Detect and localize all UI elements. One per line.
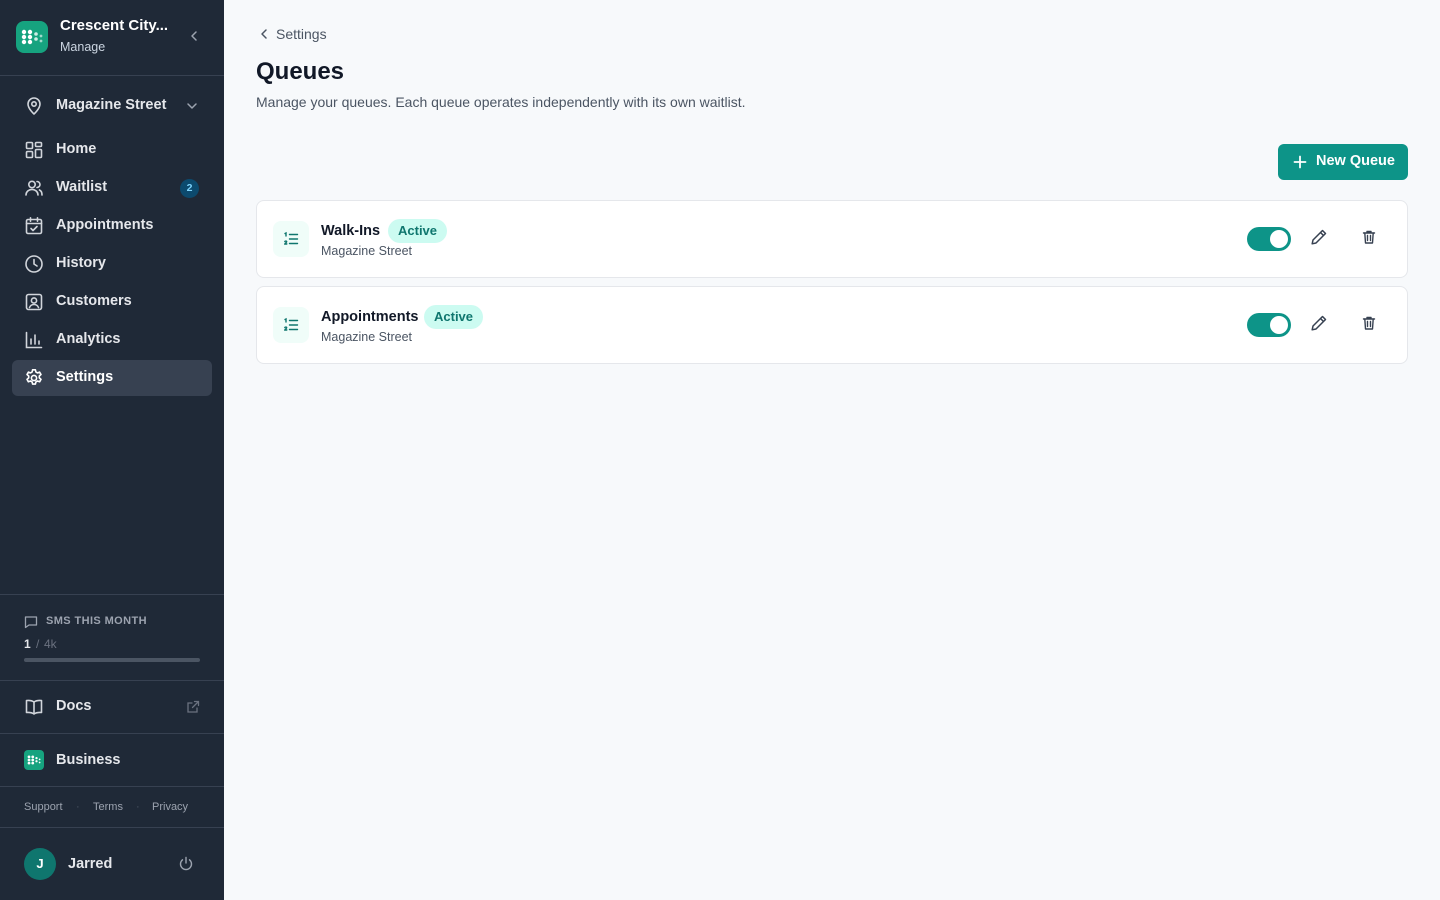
nav-item-customers[interactable]: Customers [12, 284, 212, 320]
nav-item-home[interactable]: Home [12, 132, 212, 168]
users-icon [24, 178, 44, 198]
nav-item-appointments[interactable]: Appointments [12, 208, 212, 244]
queue-location: Magazine Street [321, 330, 413, 344]
business-link[interactable]: Business [0, 734, 224, 787]
nav-label: Settings [56, 369, 114, 385]
sms-separator: / [36, 637, 40, 651]
queue-enabled-toggle[interactable] [1247, 227, 1291, 251]
terms-link[interactable]: Terms [93, 801, 123, 813]
separator-dot: · [136, 801, 140, 813]
nav-item-history[interactable]: History [12, 246, 212, 282]
nav-label: Waitlist [56, 179, 108, 195]
avatar[interactable]: J [24, 848, 56, 880]
location-label: Magazine Street [56, 97, 167, 113]
pencil-icon [1310, 228, 1328, 251]
docs-link[interactable]: Docs [0, 681, 224, 734]
chevron-down-icon [184, 98, 200, 119]
location-selector[interactable]: Magazine Street [12, 88, 212, 124]
queue-enabled-toggle[interactable] [1247, 313, 1291, 337]
brand-logo-icon [16, 21, 48, 53]
contact-icon [24, 292, 44, 312]
business-logo-icon [24, 750, 44, 770]
nav-item-analytics[interactable]: Analytics [12, 322, 212, 358]
support-link[interactable]: Support [24, 801, 63, 813]
queue-card: Appointments Active Magazine Street [256, 286, 1408, 364]
privacy-link[interactable]: Privacy [152, 801, 188, 813]
calendar-check-icon [24, 216, 44, 236]
list-ordered-icon [273, 307, 309, 343]
sms-limit: 4k [44, 637, 57, 651]
power-icon[interactable] [178, 856, 194, 877]
edit-queue-button[interactable] [1307, 227, 1331, 251]
page-title: Queues [256, 58, 345, 85]
user-name: Jarred [68, 856, 113, 872]
waitlist-count-badge: 2 [180, 179, 199, 198]
gear-icon [24, 368, 44, 388]
pencil-icon [1310, 314, 1328, 337]
new-queue-button[interactable]: New Queue [1278, 144, 1408, 180]
delete-queue-button[interactable] [1357, 227, 1381, 251]
nav-label: Customers [56, 293, 132, 309]
toggle-knob [1270, 316, 1288, 334]
trash-icon [1361, 315, 1377, 336]
user-profile: J Jarred [0, 828, 224, 900]
status-badge: Active [388, 219, 448, 243]
queue-name: Appointments [321, 309, 419, 325]
trash-icon [1361, 229, 1377, 250]
legal-links: Support · Terms · Privacy [0, 787, 224, 828]
queue-name: Walk-Ins [321, 223, 381, 239]
external-link-icon [186, 700, 200, 719]
sidebar: Crescent City... Manage Magazine Street … [0, 0, 224, 900]
brand-header: Crescent City... Manage [0, 0, 224, 76]
business-label: Business [56, 752, 121, 768]
list-ordered-icon [273, 221, 309, 257]
map-pin-icon [24, 96, 44, 121]
sms-usage: SMS THIS MONTH 1 / 4k [0, 594, 224, 681]
nav-label: Home [56, 141, 97, 157]
breadcrumb-label: Settings [276, 26, 327, 42]
bar-chart-icon [24, 330, 44, 350]
status-badge: Active [424, 305, 484, 329]
sms-progress-bar [24, 658, 200, 662]
nav-label: Analytics [56, 331, 121, 347]
queue-card: Walk-Ins Active Magazine Street [256, 200, 1408, 278]
edit-queue-button[interactable] [1307, 313, 1331, 337]
book-open-icon [24, 697, 44, 722]
new-queue-label: New Queue [1316, 153, 1395, 169]
nav-item-settings[interactable]: Settings [12, 360, 212, 396]
brand-subtitle: Manage [60, 40, 106, 54]
nav-item-waitlist[interactable]: Waitlist 2 [12, 170, 212, 206]
clock-icon [24, 254, 44, 274]
separator-dot: · [76, 801, 80, 813]
collapse-sidebar-icon[interactable] [186, 28, 202, 44]
toggle-knob [1270, 230, 1288, 248]
delete-queue-button[interactable] [1357, 313, 1381, 337]
queue-location: Magazine Street [321, 244, 413, 258]
sms-title: SMS THIS MONTH [46, 615, 147, 627]
sms-used: 1 [24, 637, 31, 651]
page-description: Manage your queues. Each queue operates … [256, 94, 746, 110]
message-square-icon [24, 615, 38, 634]
docs-label: Docs [56, 698, 92, 714]
nav-label: Appointments [56, 217, 154, 233]
plus-icon [1293, 155, 1307, 172]
brand-name: Crescent City... [60, 17, 169, 34]
nav-label: History [56, 255, 106, 271]
chevron-left-icon [258, 27, 270, 46]
home-grid-icon [24, 140, 44, 160]
